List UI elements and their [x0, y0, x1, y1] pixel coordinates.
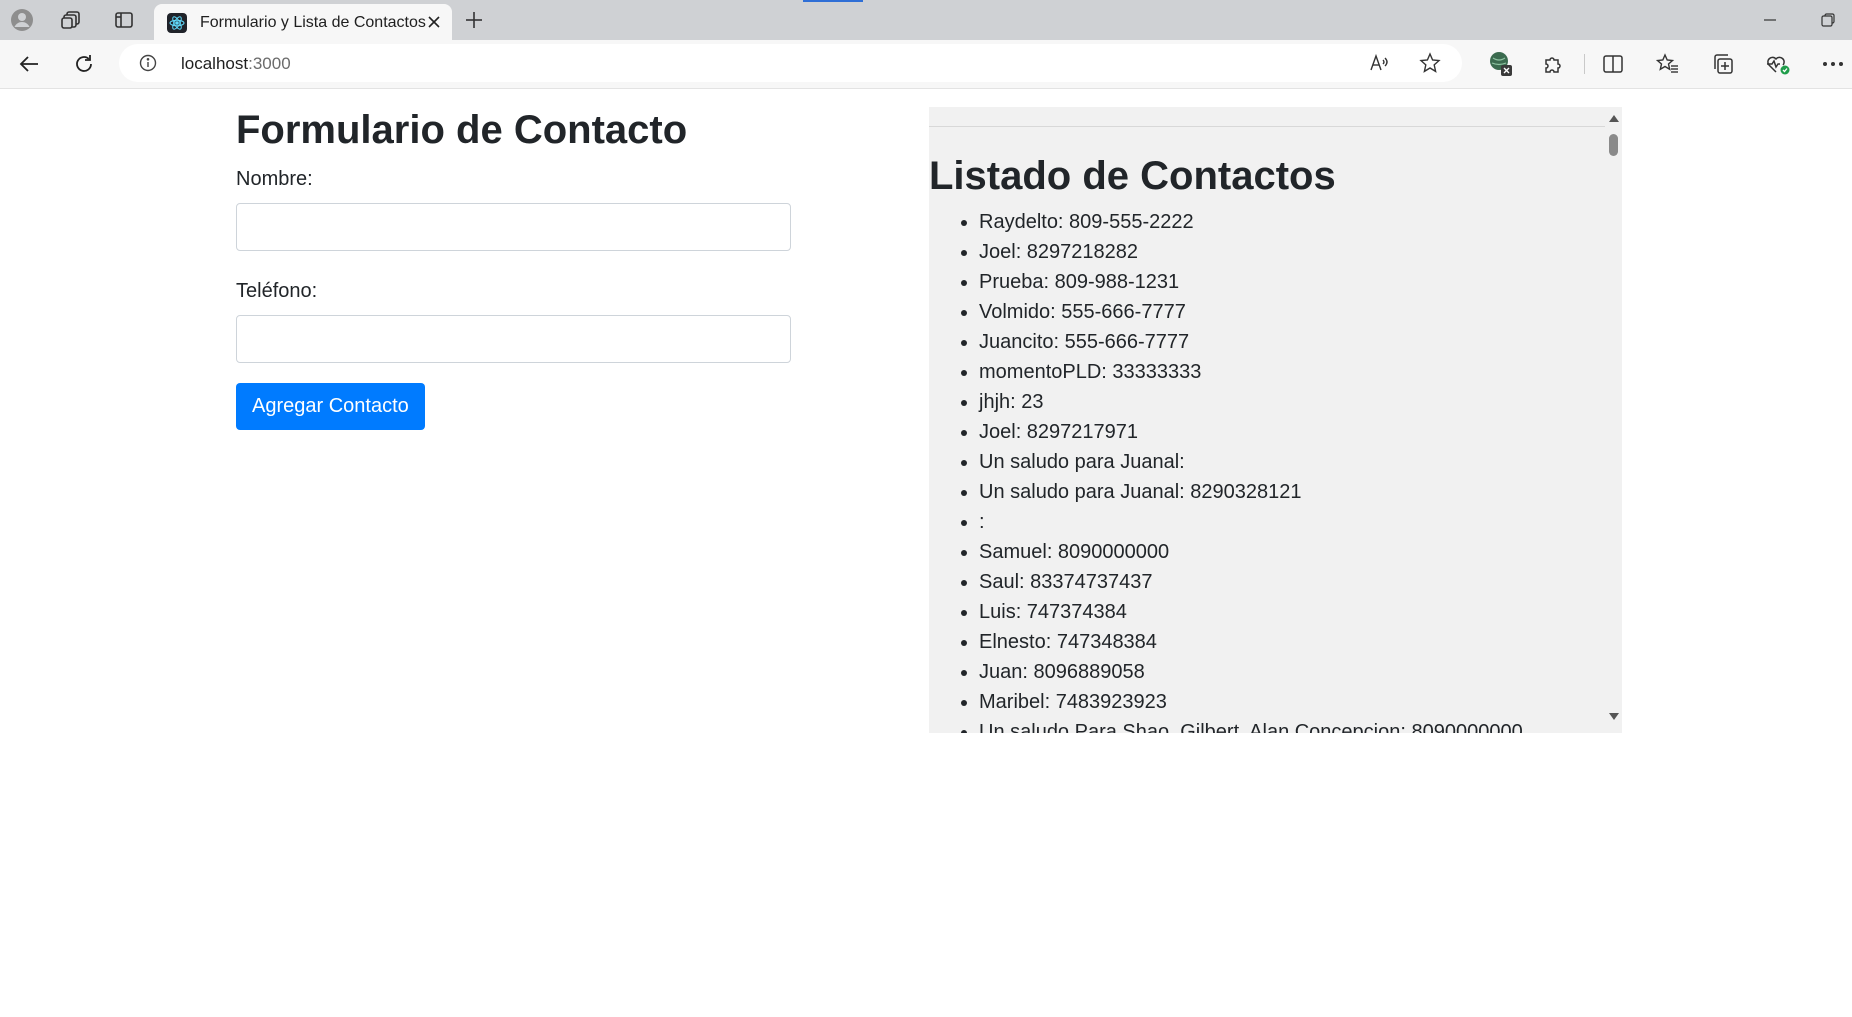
- close-tab-icon[interactable]: [424, 12, 444, 32]
- scrollbar-thumb[interactable]: [1609, 134, 1618, 156]
- scroll-down-arrow-icon[interactable]: [1609, 713, 1619, 720]
- collections-icon[interactable]: [1706, 48, 1740, 80]
- contact-list-item: Joel: 8297218282: [979, 237, 1523, 267]
- tab-title: Formulario y Lista de Contactos: [200, 14, 426, 31]
- browser-toolbar: localhost:3000: [0, 40, 1852, 89]
- list-title: Listado de Contactos: [929, 154, 1336, 198]
- url-host: localhost: [181, 54, 249, 73]
- contact-list-panel[interactable]: Listado de Contactos Raydelto: 809-555-2…: [929, 107, 1622, 733]
- contact-list-item: Volmido: 555-666-7777: [979, 297, 1523, 327]
- contact-list-item: Un saludo Para Shao, Gilbert, Alan Conce…: [979, 717, 1523, 733]
- contact-form: Formulario de Contacto Nombre: Teléfono:…: [236, 105, 791, 430]
- name-input[interactable]: [236, 203, 791, 251]
- read-aloud-icon[interactable]: [1369, 52, 1391, 74]
- contact-list-item: Un saludo para Juanal:: [979, 447, 1523, 477]
- heart-pulse-icon[interactable]: [1761, 48, 1795, 80]
- phone-input[interactable]: [236, 315, 791, 363]
- contact-list-item: :: [979, 507, 1523, 537]
- new-tab-icon[interactable]: [456, 6, 492, 34]
- workspaces-icon[interactable]: [55, 4, 87, 36]
- page-content: Formulario de Contacto Nombre: Teléfono:…: [0, 89, 1852, 1017]
- contact-list-item: Raydelto: 809-555-2222: [979, 207, 1523, 237]
- puzzle-icon[interactable]: [1536, 48, 1570, 80]
- url-port: :3000: [248, 54, 291, 73]
- vertical-tabs-icon[interactable]: [108, 4, 140, 36]
- name-label: Nombre:: [236, 168, 313, 190]
- contact-list-item: Joel: 8297217971: [979, 417, 1523, 447]
- split-screen-icon[interactable]: [1596, 48, 1630, 80]
- url-text[interactable]: localhost:3000: [181, 54, 291, 74]
- site-info-icon[interactable]: [139, 54, 157, 72]
- form-title: Formulario de Contacto: [236, 108, 688, 152]
- contact-list-item: Samuel: 8090000000: [979, 537, 1523, 567]
- favorites-icon[interactable]: [1651, 48, 1685, 80]
- extension-icon[interactable]: [1484, 48, 1518, 80]
- divider: [929, 126, 1605, 127]
- toolbar-divider: [1584, 54, 1585, 74]
- contact-list-item: Luis: 747374384: [979, 597, 1523, 627]
- tab-strip: Formulario y Lista de Contactos: [0, 0, 1852, 40]
- phone-label: Teléfono:: [236, 280, 318, 302]
- address-bar[interactable]: localhost:3000: [119, 44, 1462, 82]
- back-icon[interactable]: [12, 49, 46, 79]
- minimize-icon[interactable]: [1750, 6, 1790, 34]
- react-icon: [167, 13, 187, 33]
- star-icon[interactable]: [1419, 52, 1441, 74]
- contact-list-item: jhjh: 23: [979, 387, 1523, 417]
- contact-list-item: Juancito: 555-666-7777: [979, 327, 1523, 357]
- scrollbar[interactable]: [1605, 107, 1622, 733]
- contact-list-item: Maribel: 7483923923: [979, 687, 1523, 717]
- profile-icon[interactable]: [6, 4, 38, 36]
- contact-list-item: Juan: 8096889058: [979, 657, 1523, 687]
- loading-indicator: [803, 0, 863, 2]
- contact-list-item: momentoPLD: 33333333: [979, 357, 1523, 387]
- reload-icon[interactable]: [67, 49, 101, 79]
- scroll-up-arrow-icon[interactable]: [1609, 115, 1619, 122]
- contact-list-item: Elnesto: 747348384: [979, 627, 1523, 657]
- contact-list-item: Prueba: 809-988-1231: [979, 267, 1523, 297]
- contact-list-item: Un saludo para Juanal: 8290328121: [979, 477, 1523, 507]
- restore-icon[interactable]: [1808, 6, 1848, 34]
- more-icon[interactable]: [1816, 48, 1850, 80]
- contact-list-item: Saul: 83374737437: [979, 567, 1523, 597]
- add-contact-button[interactable]: Agregar Contacto: [236, 383, 425, 430]
- active-tab[interactable]: Formulario y Lista de Contactos: [154, 4, 452, 40]
- contact-list: Raydelto: 809-555-2222Joel: 8297218282Pr…: [929, 207, 1523, 733]
